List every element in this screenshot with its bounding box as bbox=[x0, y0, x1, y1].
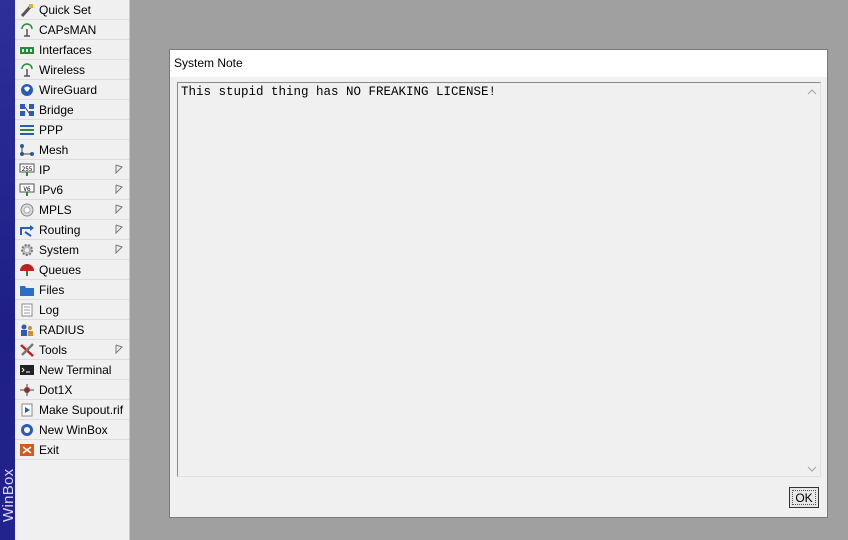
menu-item-exit[interactable]: Exit bbox=[15, 440, 129, 460]
menu-item-interfaces[interactable]: Interfaces bbox=[15, 40, 129, 60]
submenu-arrow-icon bbox=[115, 163, 123, 175]
scroll-down-icon[interactable] bbox=[807, 465, 817, 473]
menu-item-new-terminal[interactable]: New Terminal bbox=[15, 360, 129, 380]
menu-item-wireless[interactable]: Wireless bbox=[15, 60, 129, 80]
menu-item-system[interactable]: System bbox=[15, 240, 129, 260]
menu-item-label: Quick Set bbox=[39, 2, 92, 17]
menu-item-label: Tools bbox=[39, 342, 68, 357]
queues-icon bbox=[19, 263, 35, 277]
terminal-icon bbox=[19, 363, 35, 377]
menu-item-label: New WinBox bbox=[39, 422, 108, 437]
radius-icon bbox=[19, 323, 35, 337]
tools-icon bbox=[19, 342, 35, 357]
files-icon bbox=[19, 283, 35, 297]
menu-item-mpls[interactable]: MPLS bbox=[15, 200, 129, 220]
menu-item-wireguard[interactable]: WireGuard bbox=[15, 80, 129, 100]
menu-item-ipv6[interactable]: V6 IPv6 bbox=[15, 180, 129, 200]
menu-item-bridge[interactable]: Bridge bbox=[15, 100, 129, 120]
menu-item-label: IP bbox=[39, 162, 51, 177]
menu-item-label: Make Supout.rif bbox=[39, 402, 124, 417]
brand-label: WinBox bbox=[0, 468, 17, 522]
dot1x-icon bbox=[19, 383, 35, 397]
menu-item-capsman[interactable]: CAPsMAN bbox=[15, 20, 129, 40]
menu-item-ppp[interactable]: PPP bbox=[15, 120, 129, 140]
menu-item-new-winbox[interactable]: New WinBox bbox=[15, 420, 129, 440]
ipv6-icon: V6 bbox=[19, 183, 35, 197]
dialog-title-bar[interactable]: System Note bbox=[170, 50, 827, 77]
menu-item-label: Files bbox=[39, 282, 65, 297]
menu-item-log[interactable]: Log bbox=[15, 300, 129, 320]
note-text: This stupid thing has NO FREAKING LICENS… bbox=[181, 85, 497, 99]
svg-text:255: 255 bbox=[22, 166, 33, 173]
system-icon bbox=[19, 243, 35, 257]
menu-item-label: Log bbox=[39, 302, 60, 317]
menu-item-make-supout-rif[interactable]: Make Supout.rif bbox=[15, 400, 129, 420]
submenu-arrow-icon bbox=[115, 343, 123, 355]
menu-item-label: Interfaces bbox=[39, 42, 92, 57]
menu-item-ip[interactable]: 255 IP bbox=[15, 160, 129, 180]
menu-item-radius[interactable]: RADIUS bbox=[15, 320, 129, 340]
menu-item-label: Mesh bbox=[39, 142, 69, 157]
menu-item-routing[interactable]: Routing bbox=[15, 220, 129, 240]
svg-text:V6: V6 bbox=[23, 186, 31, 193]
ppp-icon bbox=[19, 123, 35, 137]
menu-item-label: System bbox=[39, 242, 80, 257]
scroll-up-icon[interactable] bbox=[807, 88, 817, 96]
menu-item-queues[interactable]: Queues bbox=[15, 260, 129, 280]
menu-item-tools[interactable]: Tools bbox=[15, 340, 129, 360]
submenu-arrow-icon bbox=[115, 203, 123, 215]
supout-icon bbox=[19, 403, 35, 417]
menu-item-label: Wireless bbox=[39, 62, 86, 77]
brand-strip: WinBox bbox=[0, 0, 17, 540]
winbox-icon bbox=[19, 423, 35, 437]
submenu-arrow-icon bbox=[115, 243, 123, 255]
menu-item-label: Bridge bbox=[39, 102, 74, 117]
note-textarea[interactable]: This stupid thing has NO FREAKING LICENS… bbox=[177, 82, 821, 477]
menu-item-files[interactable]: Files bbox=[15, 280, 129, 300]
system-note-dialog: System Note This stupid thing has NO FRE… bbox=[169, 49, 828, 518]
menu-item-label: Routing bbox=[39, 222, 81, 237]
mpls-icon bbox=[19, 203, 35, 217]
menu-item-label: CAPsMAN bbox=[39, 22, 97, 37]
menu-item-label: Exit bbox=[39, 442, 60, 457]
wand-icon bbox=[19, 3, 35, 17]
wireguard-icon bbox=[19, 83, 35, 97]
menu-item-label: MPLS bbox=[39, 202, 72, 217]
menu-item-mesh[interactable]: Mesh bbox=[15, 140, 129, 160]
mesh-icon bbox=[19, 143, 35, 157]
menu-item-quick-set[interactable]: Quick Set bbox=[15, 0, 129, 20]
menu-item-label: IPv6 bbox=[39, 182, 64, 197]
menu-item-label: WireGuard bbox=[39, 82, 98, 97]
menu-item-label: New Terminal bbox=[39, 362, 112, 377]
menu-item-label: Dot1X bbox=[39, 382, 73, 397]
submenu-arrow-icon bbox=[115, 223, 123, 235]
sidebar-menu: Quick Set CAPsMAN Interfaces Wireless WireGu… bbox=[15, 0, 130, 540]
ok-button[interactable]: OK bbox=[789, 487, 819, 508]
antenna-icon bbox=[19, 22, 35, 37]
submenu-arrow-icon bbox=[115, 183, 123, 195]
menu-item-label: Queues bbox=[39, 262, 82, 277]
exit-icon bbox=[19, 443, 35, 457]
wireless-icon bbox=[19, 62, 35, 77]
ip-icon: 255 bbox=[19, 163, 35, 177]
menu-item-label: PPP bbox=[39, 122, 64, 137]
interfaces-icon bbox=[19, 43, 35, 57]
bridge-icon bbox=[19, 103, 35, 117]
menu-item-dot1x[interactable]: Dot1X bbox=[15, 380, 129, 400]
routing-icon bbox=[19, 223, 35, 237]
log-icon bbox=[19, 303, 35, 317]
dialog-title: System Note bbox=[174, 56, 243, 70]
menu-item-label: RADIUS bbox=[39, 322, 85, 337]
